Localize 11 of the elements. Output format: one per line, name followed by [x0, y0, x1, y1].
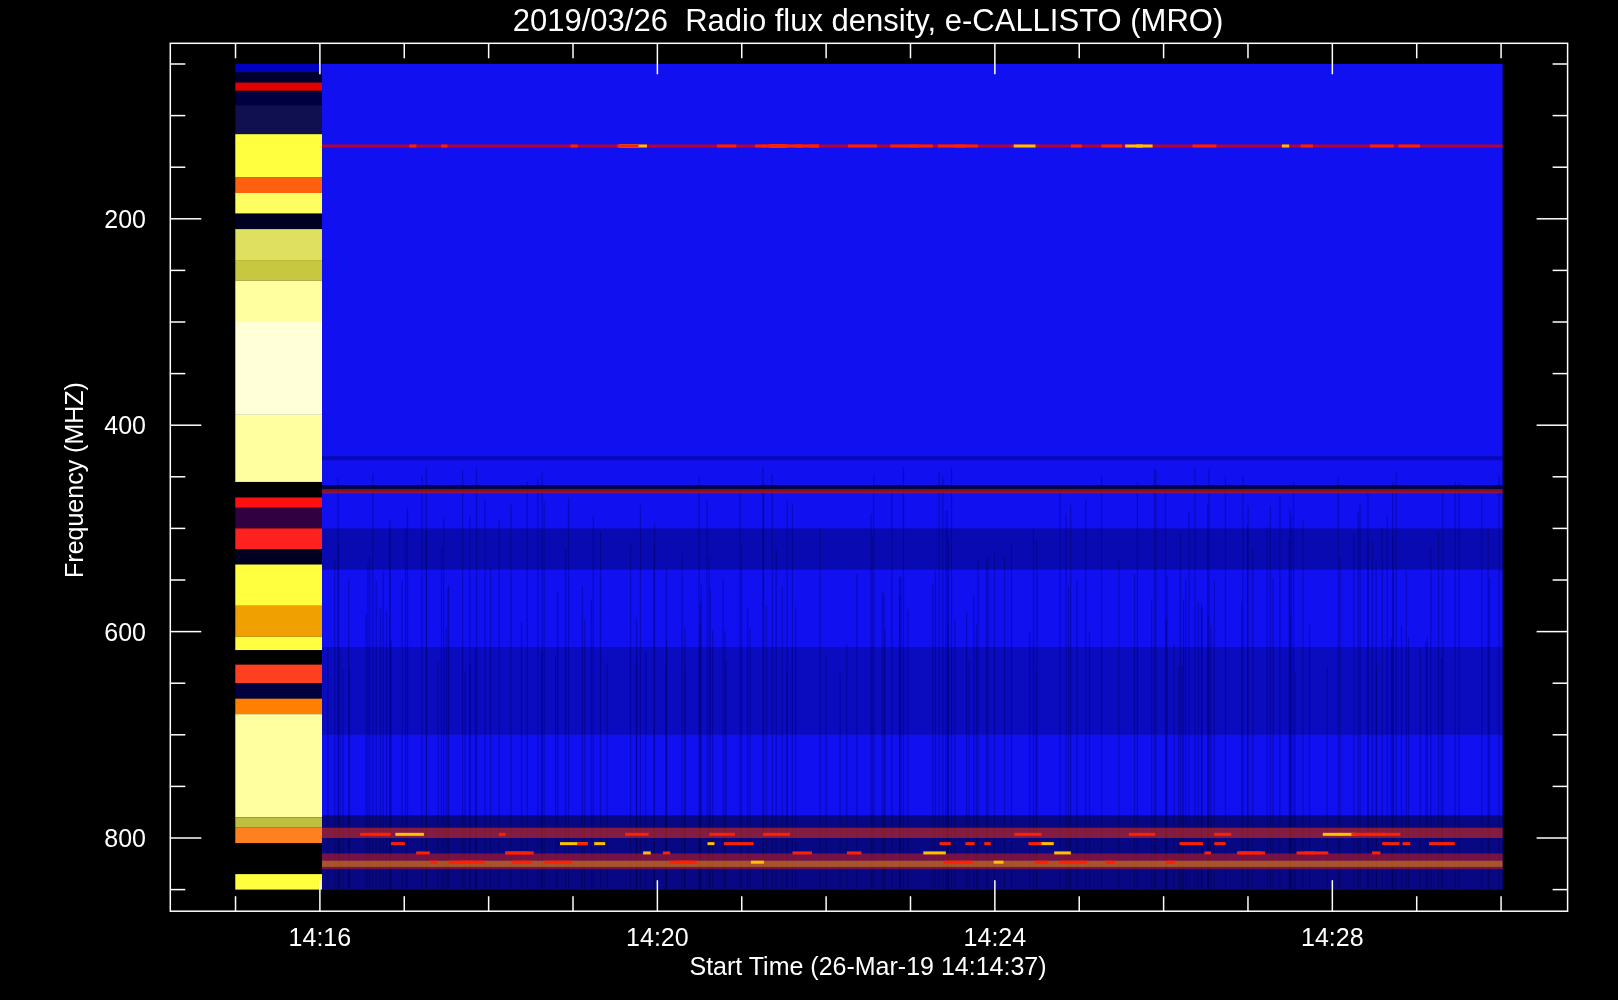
y-axis-label: Frequency (MHZ)	[60, 382, 88, 578]
y-tick-label: 200	[104, 204, 146, 233]
chart-title: 2019/03/26 Radio flux density, e-CALLISTO (MRO)	[512, 3, 1224, 38]
y-tick-label: 400	[104, 411, 146, 440]
x-tick-label: 14:24	[963, 923, 1027, 951]
x-tick-label: 14:16	[288, 923, 352, 951]
y-tick-label: 800	[104, 824, 146, 852]
x-tick-label: 14:20	[626, 923, 689, 951]
x-tick-label: 14:28	[1301, 923, 1364, 951]
y-tick-label: 600	[104, 617, 146, 646]
x-axis-label: Start Time (26-Mar-19 14:14:37)	[689, 952, 1047, 980]
